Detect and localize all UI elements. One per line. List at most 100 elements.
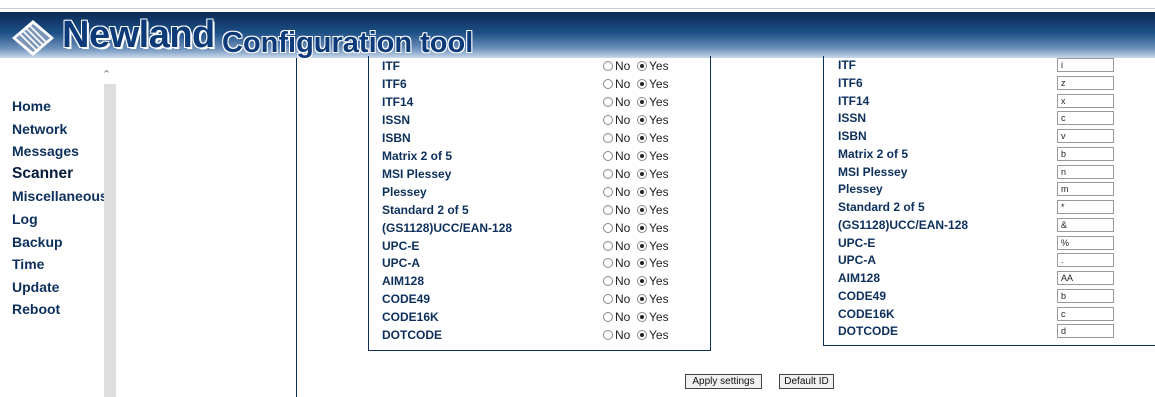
radio-yes-icon[interactable] [637, 150, 647, 161]
sidebar-scrollbar[interactable] [104, 84, 116, 397]
radio-yes-icon[interactable] [637, 258, 647, 269]
radio-yes-icon[interactable] [637, 276, 647, 287]
radio-no-icon[interactable] [603, 294, 613, 305]
option-no[interactable]: No [603, 257, 630, 270]
radio-yes-icon[interactable] [637, 114, 647, 125]
symbology-id-input[interactable] [1057, 288, 1114, 303]
symbology-id-input[interactable] [1057, 182, 1114, 197]
symbology-id-input[interactable] [1057, 58, 1114, 72]
option-yes[interactable]: Yes [637, 329, 669, 342]
nav-item-log[interactable]: Log [12, 208, 108, 231]
option-yes[interactable]: Yes [637, 77, 669, 91]
option-yes-label: Yes [649, 310, 669, 325]
radio-no-icon[interactable] [603, 61, 613, 71]
default-id-button[interactable]: Default ID [779, 374, 834, 389]
scroll-up-arrow-icon[interactable]: ⌃ [102, 70, 112, 81]
option-no[interactable]: No [603, 220, 631, 235]
option-yes[interactable]: Yes [637, 203, 669, 217]
option-no[interactable]: No [603, 239, 630, 253]
radio-yes-icon[interactable] [637, 204, 647, 215]
symbology-id-input[interactable] [1057, 217, 1114, 232]
symbology-id-input[interactable] [1057, 146, 1114, 161]
radio-no-icon[interactable] [603, 186, 613, 197]
nav-item-reboot[interactable]: Reboot [12, 298, 108, 321]
symbology-id-input[interactable] [1057, 253, 1114, 268]
option-yes[interactable]: Yes [637, 239, 669, 253]
symbology-id-row: UPC-A [838, 251, 1118, 269]
option-no-label: No [615, 220, 631, 235]
option-yes[interactable]: Yes [637, 293, 669, 306]
option-no[interactable]: No [603, 275, 630, 288]
option-yes[interactable]: Yes [637, 95, 669, 109]
symbology-label: (GS1128)UCC/EAN-128 [382, 220, 513, 235]
radio-yes-icon[interactable] [637, 186, 647, 197]
symbology-id-input[interactable] [1057, 164, 1114, 179]
nav-item-messages[interactable]: Messages [12, 140, 108, 163]
symbology-id-input[interactable] [1057, 129, 1114, 143]
radio-no-icon[interactable] [603, 132, 613, 143]
option-no[interactable]: No [603, 95, 630, 109]
radio-no-icon[interactable] [603, 240, 613, 251]
option-no[interactable]: No [603, 167, 630, 181]
symbology-id-input[interactable] [1057, 200, 1114, 214]
radio-no-icon[interactable] [603, 330, 613, 341]
radio-yes-icon[interactable] [637, 96, 647, 107]
option-no[interactable]: No [603, 60, 630, 73]
option-yes[interactable]: Yes [637, 275, 669, 288]
radio-no-icon[interactable] [603, 150, 613, 161]
option-no[interactable]: No [603, 293, 630, 306]
radio-yes-icon[interactable] [637, 240, 647, 251]
symbology-id-input[interactable] [1057, 271, 1114, 285]
option-yes[interactable]: Yes [637, 167, 669, 181]
option-no[interactable]: No [603, 77, 630, 91]
radio-yes-icon[interactable] [637, 312, 647, 323]
radio-no-icon[interactable] [603, 96, 613, 107]
apply-settings-button[interactable]: Apply settings [685, 374, 762, 389]
option-no[interactable]: No [603, 329, 630, 342]
radio-no-icon[interactable] [603, 114, 613, 125]
symbology-id-input[interactable] [1057, 111, 1114, 126]
radio-yes-icon[interactable] [637, 222, 647, 233]
option-yes[interactable]: Yes [637, 221, 669, 235]
nav-item-scanner[interactable]: Scanner [12, 163, 108, 186]
radio-yes-icon[interactable] [637, 132, 647, 143]
radio-yes-icon[interactable] [637, 78, 647, 89]
symbology-label: MSI Plessey [838, 164, 908, 179]
nav-item-backup[interactable]: Backup [12, 231, 108, 254]
symbology-id-input[interactable] [1057, 306, 1114, 321]
radio-no-icon[interactable] [603, 78, 613, 89]
option-no[interactable]: No [603, 149, 630, 163]
radio-no-icon[interactable] [603, 258, 613, 269]
option-yes[interactable]: Yes [637, 131, 669, 145]
symbology-id-input[interactable] [1057, 75, 1114, 90]
nav-item-home[interactable]: Home [12, 95, 108, 118]
nav-item-miscellaneous[interactable]: Miscellaneous [12, 185, 108, 208]
radio-yes-icon[interactable] [637, 168, 647, 179]
radio-no-icon[interactable] [603, 204, 613, 215]
radio-yes-icon[interactable] [637, 330, 647, 341]
option-yes[interactable]: Yes [637, 257, 669, 270]
symbology-id-input[interactable] [1057, 235, 1114, 250]
option-yes[interactable]: Yes [637, 311, 669, 324]
option-yes[interactable]: Yes [637, 185, 669, 199]
option-yes-label: Yes [649, 148, 669, 163]
option-no[interactable]: No [603, 113, 630, 127]
radio-yes-icon[interactable] [637, 61, 647, 71]
option-no[interactable]: No [603, 185, 630, 199]
option-no[interactable]: No [603, 131, 630, 145]
nav-item-update[interactable]: Update [12, 276, 108, 299]
radio-no-icon[interactable] [603, 222, 613, 233]
nav-item-time[interactable]: Time [12, 253, 108, 276]
option-no[interactable]: No [603, 311, 630, 324]
option-no[interactable]: No [603, 203, 630, 217]
option-yes[interactable]: Yes [637, 113, 669, 127]
radio-no-icon[interactable] [603, 312, 613, 323]
radio-no-icon[interactable] [603, 276, 613, 287]
symbology-id-input[interactable] [1057, 93, 1114, 108]
option-yes[interactable]: Yes [637, 148, 669, 163]
radio-yes-icon[interactable] [637, 294, 647, 305]
option-yes[interactable]: Yes [637, 60, 669, 73]
radio-no-icon[interactable] [603, 168, 613, 179]
nav-item-network[interactable]: Network [12, 118, 108, 141]
symbology-id-input[interactable] [1057, 324, 1114, 339]
